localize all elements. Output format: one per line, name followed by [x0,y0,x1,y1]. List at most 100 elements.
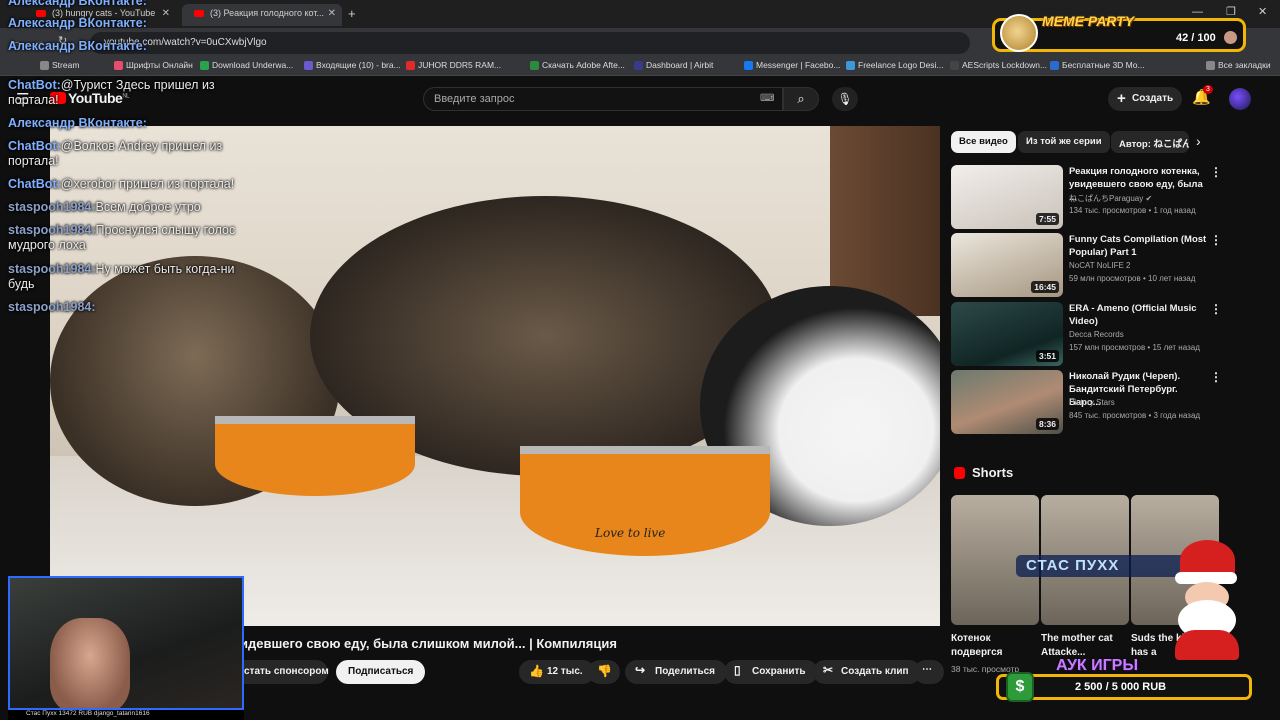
bookmark-item[interactable]: Входящие (10) - bra... [304,60,401,70]
bookmark-favicon-icon [406,61,415,70]
browser-tab-active[interactable]: (3) Реакция голодного кот... ✕ [182,4,342,26]
chat-message: Александр ВКонтакте: [8,39,147,53]
chat-message: ChatBot:@Турист Здесь пришел из [8,78,215,92]
search-input[interactable]: Введите запрос [423,87,783,111]
chip-all-videos[interactable]: Все видео [951,131,1016,153]
chat-message: ChatBot:@Волков Andrey пришел из [8,139,223,153]
bookmark-favicon-icon [304,61,313,70]
chat-message: ChatBot:@xerobor пришел из портала! [8,177,235,191]
notifications-button[interactable]: 🔔 3 [1192,85,1213,106]
chip-author[interactable]: Автор: ねこぱん [1111,131,1189,153]
account-avatar[interactable] [1229,88,1251,110]
chip-same-series[interactable]: Из той же серии [1018,131,1110,153]
recommended-video[interactable]: 7:55 Реакция голодного котенка, увидевше… [951,165,1222,229]
avatar [1224,31,1237,44]
kebab-menu-icon[interactable]: ⋮ [1210,165,1222,179]
bookmark-item[interactable]: Freelance Logo Desi... [846,60,944,70]
short-title[interactable]: The mother cat Attacke... [1041,632,1129,660]
shorts-heading: Shorts [972,465,1014,480]
search-button[interactable]: ⌕ [783,87,819,111]
chat-message: staspooh1984:Проснулся слышу голос [8,223,236,237]
shorts-icon [954,467,965,479]
kebab-menu-icon[interactable]: ⋮ [1210,302,1222,316]
video-thumbnail[interactable]: 16:45 [951,233,1063,297]
meme-party-title: MEME PARTY [1042,13,1135,29]
bookmark-item[interactable]: JUHOR DDR5 RAM... [406,60,501,70]
url-field[interactable]: youtube.com/watch?v=0uCXwbjVlgo [90,32,970,54]
chat-message: Александр ВКонтакте: [8,16,147,30]
santa-claus-icon [1160,540,1250,660]
plus-icon: + [1117,90,1126,107]
bookmark-item[interactable]: Messenger | Facebo... [744,60,840,70]
video-thumbnail[interactable]: 7:55 [951,165,1063,229]
bookmark-favicon-icon [1050,61,1059,70]
video-thumbnail[interactable]: 8:36 [951,370,1063,434]
kebab-menu-icon[interactable]: ⋮ [1210,370,1222,384]
bookmark-item[interactable]: AEScripts Lockdown... [950,60,1047,70]
bookmark-favicon-icon [114,61,123,70]
bookmark-item[interactable]: Бесплатные 3D Mo... [1050,60,1145,70]
save-button[interactable]: ▯ Сохранить [724,660,818,684]
keyboard-icon[interactable]: ⌨ [760,93,774,104]
streamer-face [50,618,130,708]
bookmark-favicon-icon [634,61,643,70]
close-window-icon[interactable]: ✕ [1258,5,1267,18]
video-title: идевшего свою еду, была слишком милой...… [240,636,617,651]
bookmark-item[interactable]: Stream [40,60,79,70]
kebab-menu-icon[interactable]: ⋮ [1210,233,1222,247]
recommended-video[interactable]: 16:45 Funny Cats Compilation (Most Popul… [951,233,1222,297]
bookmark-favicon-icon [200,61,209,70]
food-bowl [215,416,415,496]
meme-party-count: 42 / 100 [1176,32,1216,44]
bookmark-item[interactable]: Скачать Adobe Afte... [530,60,625,70]
auction-progress-value: 2 500 / 5 000 RUB [1075,681,1167,693]
chat-message: staspooh1984:Всем доброе утро [8,200,201,214]
bookmark-favicon-icon [530,61,539,70]
bookmark-favicon-icon [950,61,959,70]
share-button[interactable]: ↪ Поделиться [625,660,728,684]
minimize-icon[interactable]: — [1192,6,1203,18]
close-tab-icon[interactable]: ✕ [328,8,336,19]
folder-icon [1206,61,1215,70]
folder-icon [40,61,49,70]
thumbs-up-icon: 👍 [529,664,544,678]
chat-message: Александр ВКонтакте: [8,116,147,130]
search-icon: ⌕ [797,91,805,106]
chat-message: мудрого лоха [8,238,86,252]
recommended-video[interactable]: 3:51 ERA - Ameno (Official Music Video) … [951,302,1222,366]
sponsor-button[interactable]: стать спонсором [232,660,329,684]
like-button[interactable]: 👍 12 тыс. [519,660,595,684]
auction-title: АУК ИГРЫ [1056,657,1139,674]
voice-search-button[interactable]: 🎙 [832,87,858,111]
share-icon: ↪ [635,663,646,677]
streamer-webcam [8,576,244,710]
bookmark-item[interactable]: Dashboard | Airbit [634,60,713,70]
more-actions-button[interactable]: ⋯ [914,660,944,684]
bookmark-item[interactable]: Шрифты Онлайн [114,60,193,70]
video-thumbnail[interactable]: 3:51 [951,302,1063,366]
facebook-icon [744,61,753,70]
create-button[interactable]: + Создать [1108,87,1182,111]
new-tab-icon[interactable]: + [348,6,356,21]
maximize-icon[interactable]: ❐ [1226,5,1236,18]
close-tab-icon[interactable]: ✕ [162,8,170,19]
bookmark-favicon-icon [846,61,855,70]
clip-button[interactable]: ✂ Создать клип [813,660,921,684]
youtube-logo[interactable]: YouTubeNL [50,90,129,106]
money-bag-icon: $ [1006,672,1034,702]
notification-badge: 3 [1203,85,1213,94]
recommended-video[interactable]: 8:36 Николай Рудик (Череп). Бандитский П… [951,370,1222,434]
bowl-inscription: Love to live [595,526,666,540]
chat-message: Александр ВКонтакте: [8,0,147,8]
chat-message: будь [8,277,35,291]
dislike-button[interactable]: 👎 [588,660,620,684]
chevron-right-icon[interactable]: › [1196,133,1201,149]
webcam-caption: Стас Пухх 13472 RUB django_tatarin1616 [8,710,244,720]
chat-message: staspooh1984:Ну может быть когда-ни [8,262,235,276]
short-title[interactable]: Котенок подвергся [951,632,1039,660]
subscribe-button[interactable]: Подписаться [336,660,426,684]
bookmarks-bar: Stream Шрифты Онлайн Download Underwa...… [0,58,1280,76]
youtube-favicon-icon [194,10,204,17]
all-bookmarks[interactable]: Все закладки [1206,60,1271,70]
bookmark-item[interactable]: Download Underwa... [200,60,293,70]
